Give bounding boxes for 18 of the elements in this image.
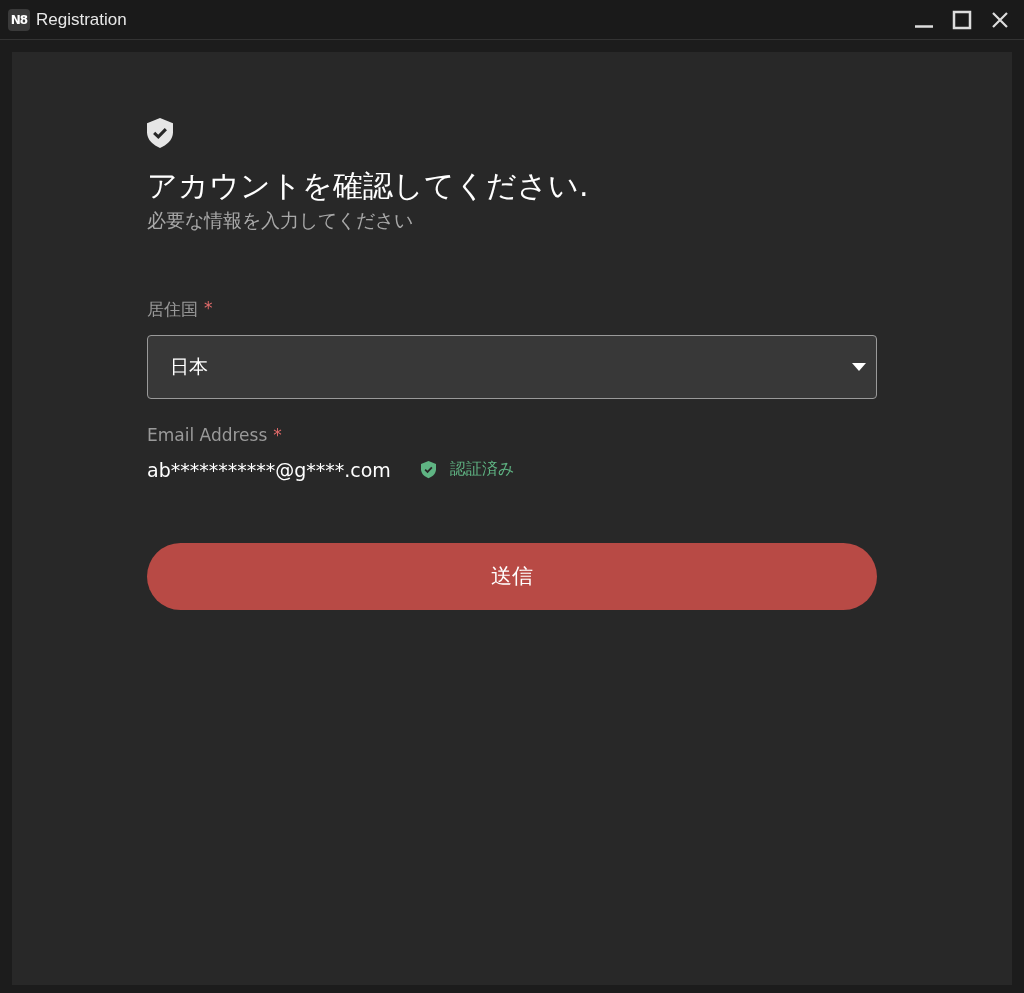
country-select[interactable]: 日本 — [147, 334, 877, 399]
required-mark: * — [273, 424, 282, 445]
verified-shield-icon — [420, 461, 436, 479]
email-value: ab***********@g****.com — [147, 458, 391, 481]
required-mark: * — [204, 297, 213, 320]
verified-status: 認証済み — [449, 459, 514, 481]
maximize-icon — [952, 9, 972, 30]
close-icon — [990, 9, 1010, 30]
submit-button[interactable]: 送信 — [147, 542, 877, 610]
app-logo: N8 — [8, 8, 30, 31]
window-title: Registration — [36, 9, 127, 30]
field-label: 居住国 — [147, 297, 198, 321]
form-heading: アカウントを確認してください. — [147, 166, 590, 205]
shield-check-icon — [147, 118, 173, 148]
caret-icon — [852, 362, 866, 371]
minimize-icon — [914, 25, 934, 28]
form-subheading: 必要な情報を入力してください — [147, 207, 414, 233]
field-label: Email Address — [147, 424, 268, 445]
